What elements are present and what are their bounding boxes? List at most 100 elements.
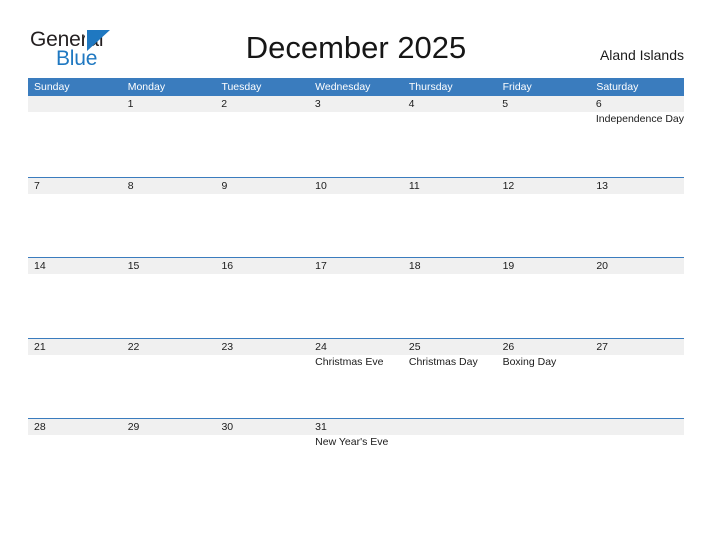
day-header-thursday: Thursday	[408, 81, 453, 93]
day-events	[221, 355, 309, 356]
day-number	[409, 419, 497, 435]
calendar-week-row: 14 15 16 17 18 19 20	[28, 257, 684, 338]
day-events	[503, 194, 591, 195]
calendar-day-cell[interactable]: 8	[122, 178, 216, 258]
day-events	[409, 435, 497, 436]
calendar-day-cell[interactable]: 27	[590, 339, 684, 419]
day-number	[34, 96, 122, 112]
holiday-event-label: New Year's Eve	[315, 436, 389, 448]
calendar-day-cell[interactable]: 5	[496, 96, 590, 177]
calendar-day-cell[interactable]: 30	[215, 419, 309, 499]
week-day-cells: 7 8 9 10 11 12 13	[28, 178, 684, 258]
day-number: 2	[221, 98, 228, 110]
calendar-day-cell[interactable]: 12	[497, 178, 591, 258]
day-events	[596, 355, 684, 356]
day-number: 23	[221, 340, 234, 353]
day-events	[34, 274, 122, 275]
calendar-day-cell[interactable]: 16	[215, 258, 309, 338]
day-events	[503, 274, 591, 275]
holiday-event-label: Boxing Day	[502, 355, 557, 368]
calendar-day-cell[interactable]: 6 Independence Day	[590, 96, 684, 177]
day-events	[409, 112, 497, 113]
calendar-day-cell-empty	[590, 419, 684, 499]
calendar-day-cell[interactable]: 22	[122, 339, 216, 419]
calendar-day-cell[interactable]: 10	[309, 178, 403, 258]
calendar-day-cell[interactable]: 29	[122, 419, 216, 499]
day-number: 3	[314, 98, 321, 110]
calendar-day-cell[interactable]: 15	[122, 258, 216, 338]
day-number: 28	[34, 421, 46, 433]
day-events	[128, 435, 216, 436]
calendar-day-cell[interactable]: 3	[309, 96, 403, 177]
day-number: 4	[408, 98, 415, 110]
day-header-sunday: Sunday	[34, 81, 70, 93]
day-number: 7	[34, 179, 40, 192]
calendar-day-cell[interactable]: 19	[497, 258, 591, 338]
calendar-day-cell[interactable]: 18	[403, 258, 497, 338]
calendar-day-cell[interactable]: 26 Boxing Day	[497, 339, 591, 419]
day-events	[128, 112, 216, 113]
day-events	[502, 112, 590, 113]
day-events	[34, 435, 122, 436]
calendar-week-row: 1 2 3 4 5 6 Independence Day	[28, 96, 684, 177]
day-events	[34, 112, 122, 113]
calendar-day-cell[interactable]: 11	[403, 178, 497, 258]
day-events	[315, 112, 403, 113]
day-number: 22	[127, 340, 140, 353]
day-number: 20	[596, 260, 608, 272]
calendar-grid: Sunday Monday Tuesday Wednesday Thursday…	[28, 78, 684, 499]
calendar-day-cell[interactable]: 2	[215, 96, 309, 177]
calendar-week-row: 28 29 30 31 New Year's Eve	[28, 418, 684, 499]
day-number: 26	[502, 340, 515, 353]
day-number: 1	[127, 98, 134, 110]
calendar-day-cell[interactable]: 31 New Year's Eve	[309, 419, 403, 499]
calendar-day-cell[interactable]: 14	[28, 258, 122, 338]
calendar-day-cell[interactable]: 20	[590, 258, 684, 338]
day-number: 11	[408, 179, 420, 192]
day-events	[221, 274, 309, 275]
calendar-day-cell[interactable]: 1	[122, 96, 216, 177]
day-events: Christmas Eve	[315, 355, 403, 369]
day-number: 12	[502, 179, 515, 192]
week-day-cells: 28 29 30 31 New Year's Eve	[28, 419, 684, 499]
calendar-day-cell[interactable]: 24 Christmas Eve	[309, 339, 403, 419]
calendar-day-cell[interactable]: 21	[28, 339, 122, 419]
day-number: 24	[315, 340, 327, 353]
day-events	[596, 194, 684, 195]
calendar-day-cell[interactable]: 4	[403, 96, 497, 177]
calendar-day-cell[interactable]: 17	[309, 258, 403, 338]
day-number: 17	[315, 260, 327, 272]
day-number: 9	[221, 179, 228, 192]
calendar-day-cell[interactable]: 23	[215, 339, 309, 419]
holiday-event-label: Christmas Day	[408, 355, 478, 368]
calendar-day-cell[interactable]: 28	[28, 419, 122, 499]
day-events	[503, 435, 591, 436]
day-number: 25	[408, 340, 421, 353]
day-header-saturday: Saturday	[596, 81, 639, 93]
day-events	[221, 435, 309, 436]
week-day-cells: 21 22 23 24 Christmas Eve 25 Christmas Day 26 Bo…	[28, 339, 684, 419]
day-events	[315, 274, 403, 275]
page-header: General Blue December 2025 Aland Islands	[0, 0, 712, 78]
day-number	[503, 419, 591, 435]
day-events	[128, 274, 216, 275]
day-of-week-header-row: Sunday Monday Tuesday Wednesday Thursday…	[28, 78, 684, 96]
holiday-event-label: Christmas Eve	[315, 355, 384, 368]
calendar-week-row: 7 8 9 10 11 12 13	[28, 176, 684, 258]
calendar-day-cell[interactable]: 13	[590, 178, 684, 258]
day-events	[409, 274, 497, 275]
calendar-day-cell[interactable]: 9	[215, 178, 309, 258]
day-events: Boxing Day	[503, 355, 591, 369]
day-number: 13	[596, 179, 608, 192]
day-events	[34, 355, 122, 356]
day-events	[34, 194, 122, 195]
day-number: 30	[221, 421, 234, 433]
day-events	[128, 194, 216, 195]
day-events	[128, 355, 216, 356]
calendar-day-cell[interactable]: 25 Christmas Day	[403, 339, 497, 419]
week-day-cells: 1 2 3 4 5 6 Independence Day	[28, 96, 684, 177]
calendar-day-cell[interactable]: 7	[28, 178, 122, 258]
calendar-page: General Blue December 2025 Aland Islands…	[0, 0, 712, 550]
day-number: 5	[502, 98, 509, 110]
day-events	[596, 435, 684, 436]
